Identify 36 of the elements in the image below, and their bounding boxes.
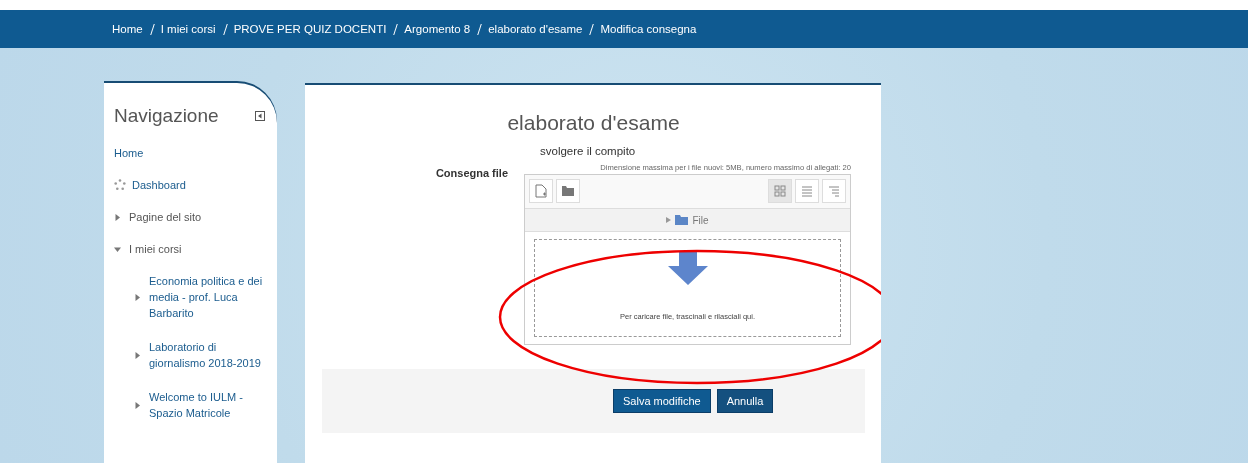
dock-icon[interactable] (255, 111, 265, 121)
nav-link[interactable]: Pagine del sito (129, 209, 202, 225)
caret-right-icon[interactable] (114, 213, 121, 221)
file-icon (535, 184, 547, 198)
arrow-down-icon (666, 252, 709, 286)
block-title: Navigazione (114, 105, 219, 127)
caret-down-icon[interactable] (114, 245, 121, 253)
list-view-icon (799, 183, 815, 199)
cancel-button[interactable]: Annulla (716, 389, 774, 413)
nav-link[interactable]: Welcome to IULM - Spazio Matricole (149, 389, 265, 421)
nav-link[interactable]: Laboratorio di giornalismo 2018-2019 (149, 339, 265, 371)
dashboard-icon (114, 179, 126, 191)
icons-view-icon (772, 183, 788, 199)
caret-right-icon[interactable] (134, 401, 141, 409)
folder-icon (675, 215, 689, 225)
caret-right-icon (666, 217, 672, 223)
nav-link[interactable]: I miei corsi (129, 241, 182, 257)
page-title: elaborato d'esame (506, 111, 681, 135)
folder-path[interactable]: File (692, 214, 709, 226)
nav-link[interactable]: Dashboard (132, 177, 186, 193)
save-button[interactable]: Salva modifiche (613, 389, 711, 413)
folder-icon (561, 185, 575, 197)
breadcrumb-link[interactable]: I miei corsi (160, 23, 216, 35)
caret-right-icon[interactable] (134, 351, 141, 359)
caret-right-icon[interactable] (134, 293, 141, 301)
nav-link[interactable]: Economia politica e dei media - prof. Luca Barbarito (149, 273, 265, 321)
assignment-description: svolgere il compito (540, 145, 636, 157)
breadcrumb-link[interactable]: Home (112, 23, 143, 35)
field-label: Consegna file (434, 166, 508, 181)
breadcrumb-link[interactable]: elaborato d'esame (488, 23, 583, 35)
breadcrumb-link[interactable]: Modifica consegna (600, 23, 697, 35)
breadcrumb-link[interactable]: Argomento 8 (404, 23, 471, 35)
create-folder-button[interactable] (556, 179, 580, 203)
nav-link[interactable]: Home (114, 145, 144, 161)
tree-view-icon (826, 183, 842, 199)
breadcrumb-link[interactable]: PROVE PER QUIZ DOCENTI (233, 23, 387, 35)
